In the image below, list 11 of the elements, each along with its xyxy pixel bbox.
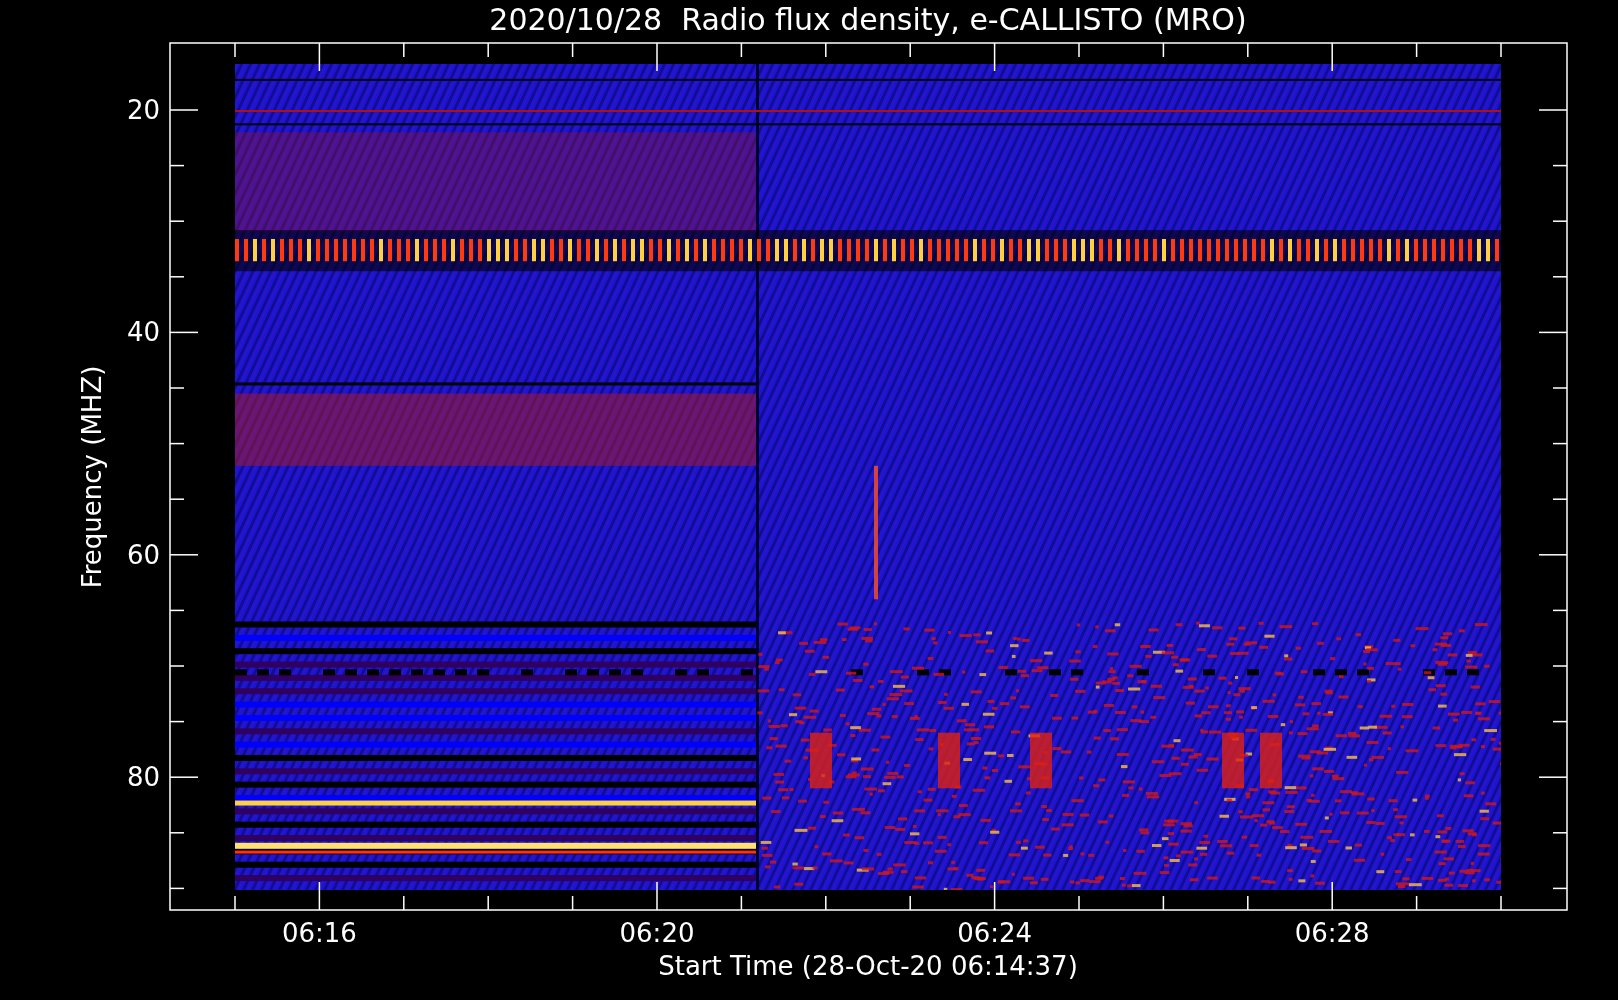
y-axis-label: Frequency (MHZ): [77, 365, 107, 589]
y-tick-label: 40: [126, 317, 160, 348]
y-tick-label: 20: [126, 95, 160, 125]
x-axis-label: Start Time (28-Oct-20 06:14:37): [658, 951, 1078, 981]
chart-title: 2020/10/28 Radio flux density, e-CALLISTO (MRO): [489, 2, 1247, 37]
y-tick-label: 80: [126, 762, 160, 793]
x-tick-label: 06:16: [281, 918, 357, 948]
x-tick-label: 06:28: [1294, 918, 1370, 948]
y-tick-label: 60: [126, 539, 160, 570]
x-tick-label: 06:24: [957, 918, 1033, 948]
x-tick-label: 06:20: [619, 918, 695, 948]
